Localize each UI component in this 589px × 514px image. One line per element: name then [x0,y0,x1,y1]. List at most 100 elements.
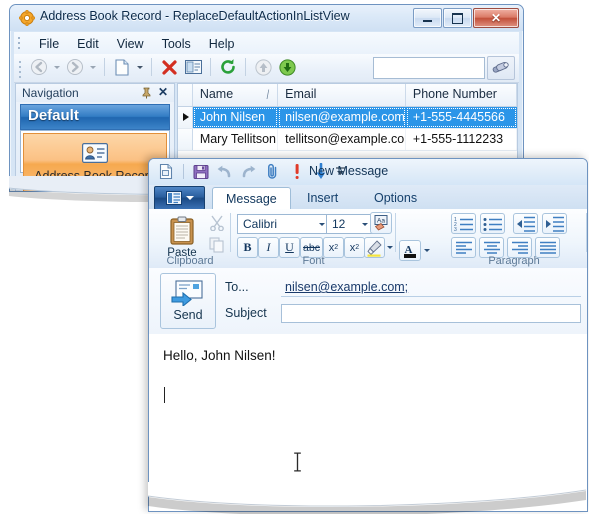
new-message-window[interactable]: New Message Message Insert Options Paste… [148,158,588,512]
numbered-list-icon[interactable]: 123 [451,213,476,234]
application-menu-icon[interactable] [154,186,205,210]
grid-header[interactable]: Name / Email Phone Number [178,84,517,107]
column-header-phone[interactable]: Phone Number [406,84,517,106]
cell-email[interactable]: tellitson@example.com [278,129,406,150]
cell-phone[interactable]: +1-555-1112233 [406,129,517,150]
message-header-area: Send To... nilsen@example.com; Subject [149,268,587,335]
save-icon[interactable] [190,161,211,182]
menu-item-file[interactable]: File [30,34,68,54]
send-label: Send [173,308,203,322]
forward-icon[interactable] [64,56,86,78]
tab-message[interactable]: Message [212,187,291,210]
delete-icon[interactable] [158,56,180,78]
row-indicator [178,107,193,128]
table-row[interactable]: Mary Tellitson tellitson@example.com +1-… [178,129,517,151]
cut-icon[interactable] [207,213,227,233]
bulleted-list-icon[interactable] [480,213,505,234]
menu-items[interactable]: File Edit View Tools Help [30,34,243,54]
navigation-title: Navigation [22,86,79,100]
tab-options[interactable]: Options [361,187,430,209]
menu-gripper[interactable] [18,37,21,49]
decrease-indent-icon[interactable] [513,213,538,234]
column-header-name[interactable]: Name / [193,84,279,106]
attach-file-icon[interactable] [262,161,283,182]
navigation-group-default[interactable]: Default [20,104,170,130]
menu-item-view[interactable]: View [108,34,153,54]
font-color-icon[interactable]: A [399,240,421,261]
toolbar-separator [245,58,246,76]
new-record-dropdown-icon[interactable] [135,56,145,78]
column-header-email[interactable]: Email [278,84,406,106]
font-size-combo[interactable]: 12 [326,214,373,234]
front-window-torn-edge [147,482,587,514]
clipboard-icon [170,216,194,245]
menu-item-tools[interactable]: Tools [153,34,200,54]
column-header-name-label: Name [199,87,234,101]
column-header-email-label: Email [285,87,317,101]
menu-item-edit[interactable]: Edit [68,34,108,54]
undo-icon[interactable] [214,161,235,182]
menu-bar[interactable]: File Edit View Tools Help [14,32,519,55]
cell-phone[interactable]: +1-555-4445566 [405,107,517,128]
high-importance-icon[interactable] [286,161,307,182]
row-indicator-header [178,84,193,106]
ribbon-tab-strip[interactable]: Message Insert Options [149,185,587,210]
cell-name[interactable]: John Nilsen [192,107,279,128]
table-row[interactable]: John Nilsen nilsen@example.com +1-555-44… [178,107,517,129]
copy-icon[interactable] [207,235,227,255]
new-record-icon[interactable] [111,56,133,78]
move-down-icon[interactable] [276,56,298,78]
text-caret [164,387,165,403]
main-toolbar[interactable] [14,54,519,83]
quick-access-toolbar[interactable]: New Message [149,159,587,186]
back-dropdown-icon[interactable] [52,56,62,78]
find-icon[interactable] [487,56,515,80]
ribbon-group-font: Calibri 12 Aa B I U abc x2 x2 Font [231,209,396,268]
chevron-down-icon [185,196,194,200]
refresh-icon[interactable] [217,56,239,78]
back-window-titlebar[interactable]: Address Book Record - ReplaceDefaultActi… [10,5,523,31]
forward-dropdown-icon[interactable] [88,56,98,78]
sort-ascending-icon: / [266,88,270,102]
window-controls[interactable]: ✕ [413,8,519,28]
back-icon[interactable] [28,56,50,78]
to-recipient[interactable]: nilsen@example.com; [285,280,408,294]
toolbar-gripper[interactable] [19,61,22,78]
current-row-arrow-icon [183,113,189,121]
minimize-icon [423,20,432,22]
subject-input[interactable] [281,304,581,323]
increase-indent-icon[interactable] [542,213,567,234]
close-button[interactable]: ✕ [473,8,519,28]
ribbon-group-clipboard-label: Clipboard [166,255,214,267]
redo-icon[interactable] [238,161,259,182]
tab-insert[interactable]: Insert [294,187,351,209]
navigation-group-label: Default [28,107,79,124]
card-view-icon[interactable] [182,56,204,78]
subject-row: Subject [225,304,581,323]
gear-icon [18,9,36,27]
to-input[interactable]: nilsen@example.com; [281,278,581,297]
close-icon[interactable]: ✕ [158,86,168,98]
toolbar-separator [151,58,152,76]
cell-email[interactable]: nilsen@example.com [278,107,406,128]
clear-formatting-icon[interactable]: Aa [370,212,392,234]
group-divider [586,213,587,252]
send-button[interactable]: Send [160,273,216,329]
cell-name[interactable]: Mary Tellitson [193,129,279,150]
maximize-button[interactable] [443,8,472,28]
tab-message-label: Message [226,192,277,206]
minimize-button[interactable] [413,8,442,28]
body-text: Hello, John Nilsen! [163,348,276,363]
move-up-icon[interactable] [252,56,274,78]
ribbon-group-font-label: Font [302,255,325,267]
office-document-icon[interactable] [156,161,177,182]
tab-insert-label: Insert [307,191,339,205]
font-color-dropdown-icon[interactable] [421,240,432,261]
ribbon[interactable]: Paste Clipboard Calibri 12 Aa B I U abc … [149,209,587,269]
close-icon: ✕ [490,11,502,25]
front-window-title: New Message [309,164,389,178]
search-input[interactable] [373,57,485,79]
font-family-combo[interactable]: Calibri [237,214,330,234]
pin-icon[interactable] [141,87,152,99]
menu-item-help[interactable]: Help [200,34,244,54]
